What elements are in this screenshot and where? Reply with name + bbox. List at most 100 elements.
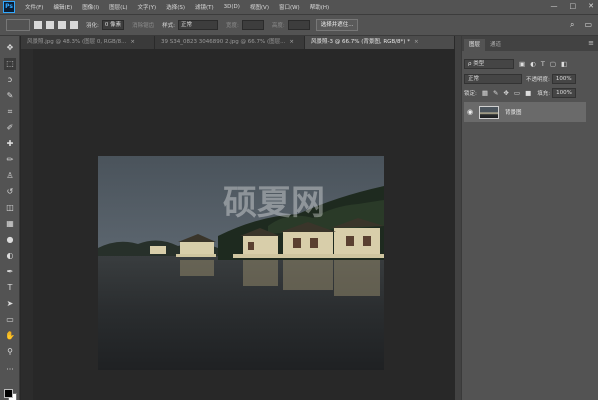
workspace-icon[interactable]: ▭ — [584, 20, 592, 30]
crop-tool[interactable]: ⌗ — [4, 106, 16, 118]
menu-help[interactable]: 帮助(H) — [310, 3, 329, 11]
eraser-tool[interactable]: ◫ — [4, 202, 16, 214]
document-tabs: 风景照.jpg @ 48.3% (图层 0, RGB/8... × 39 S34… — [21, 36, 455, 49]
zoom-tool[interactable]: ⚲ — [4, 346, 16, 358]
panel-tabs: 图层 通道 — [462, 36, 598, 51]
menu-layer[interactable]: 图层(L) — [109, 3, 127, 11]
type-filter-icon[interactable]: T — [541, 60, 545, 68]
move-tool[interactable]: ✥ — [4, 42, 16, 54]
tab-title: 风景照-3 @ 66.7% (背景图, RGB/8*) * — [311, 39, 410, 45]
close-icon[interactable]: ✕ — [588, 2, 594, 10]
intersect-selection-icon[interactable] — [70, 21, 78, 29]
lock-all-icon[interactable]: ■ — [525, 89, 531, 97]
fill-input[interactable]: 100% — [552, 87, 576, 98]
search-icon[interactable]: ⌕ — [570, 20, 574, 30]
blend-row: 正常 不透明度: 100% — [464, 73, 596, 84]
lock-row: 锁定: ▦ ✎ ✥ ▭ ■ 填充: 100% — [464, 87, 596, 98]
quick-select-tool[interactable]: ✎ — [4, 90, 16, 102]
healing-brush-tool[interactable]: ✚ — [4, 138, 16, 150]
tab-document-3[interactable]: 风景照-3 @ 66.7% (背景图, RGB/8*) * × — [305, 36, 455, 49]
window-controls: — □ ✕ — [551, 2, 595, 10]
height-input[interactable] — [287, 20, 310, 30]
fill-label: 填充: — [537, 90, 551, 97]
lock-label: 锁定: — [464, 90, 477, 97]
eyedropper-tool[interactable]: ✐ — [4, 122, 16, 134]
menu-window[interactable]: 窗口(W) — [279, 3, 300, 11]
gradient-tool[interactable]: ▦ — [4, 218, 16, 230]
height-label: 高度: — [271, 23, 285, 29]
layer-thumbnail — [479, 105, 499, 119]
tab-channels[interactable]: 通道 — [485, 39, 506, 51]
smart-filter-icon[interactable]: ◧ — [561, 60, 567, 68]
blend-mode-select[interactable]: 正常 — [464, 73, 522, 84]
kind-filter-select[interactable]: ρ 类型 — [464, 58, 514, 69]
eye-icon[interactable]: ◉ — [464, 108, 476, 116]
subtract-selection-icon[interactable] — [58, 21, 66, 29]
maximize-icon[interactable]: □ — [570, 2, 577, 10]
menu-file[interactable]: 文件(F) — [25, 3, 43, 11]
menu-view[interactable]: 视图(V) — [250, 3, 269, 11]
marquee-tool[interactable]: ⬚ — [4, 58, 16, 70]
adjustment-filter-icon[interactable]: ◐ — [530, 60, 536, 68]
new-selection-icon[interactable] — [34, 21, 42, 29]
tools-panel: ✥ ⬚ ↄ ✎ ⌗ ✐ ✚ ✏ ♙ ↺ ◫ ▦ ● ◐ ✒ T ➤ ▭ ✋ ⚲ … — [0, 36, 20, 400]
lock-pixels-icon[interactable]: ✎ — [493, 89, 498, 97]
layers-panel: 图层 通道 ≡ ρ 类型 ▣ ◐ T ▢ ◧ 正常 不透明度: 100% 锁定:… — [461, 36, 598, 400]
tab-document-2[interactable]: 39 S34_0823 3046890 2.jpg @ 66.7% (图层...… — [155, 36, 305, 49]
document-image[interactable]: 硕夏网 — [98, 156, 384, 370]
kind-filter-row: ρ 类型 ▣ ◐ T ▢ ◧ — [464, 58, 596, 69]
pixel-filter-icon[interactable]: ▣ — [519, 60, 525, 68]
layer-name: 背景图 — [505, 110, 522, 116]
select-and-mask-button[interactable]: 选择并遮住... — [315, 19, 359, 31]
lock-position-icon[interactable]: ✥ — [503, 89, 508, 97]
layer-row[interactable]: ◉ 背景图 — [464, 102, 586, 122]
menu-filter[interactable]: 滤镜(T) — [195, 3, 214, 11]
panel-menu-icon[interactable]: ≡ — [588, 39, 594, 47]
add-selection-icon[interactable] — [46, 21, 54, 29]
options-bar: 羽化: 0 像素 消除锯齿 样式: 正常 宽度: 高度: 选择并遮住... ⌕ … — [0, 14, 598, 36]
close-icon[interactable]: × — [289, 36, 294, 49]
feather-input[interactable]: 0 像素 — [101, 20, 125, 30]
history-brush-tool[interactable]: ↺ — [4, 186, 16, 198]
pen-tool[interactable]: ✒ — [4, 266, 16, 278]
tab-document-1[interactable]: 风景照.jpg @ 48.3% (图层 0, RGB/8... × — [21, 36, 155, 49]
type-tool[interactable]: T — [4, 282, 16, 294]
menu-type[interactable]: 文字(Y) — [138, 3, 157, 11]
close-icon[interactable]: × — [414, 36, 419, 49]
menu-3d[interactable]: 3D(D) — [224, 4, 240, 10]
landscape-photo: 硕夏网 — [98, 156, 384, 370]
minimize-icon[interactable]: — — [551, 2, 558, 10]
path-select-tool[interactable]: ➤ — [4, 298, 16, 310]
close-icon[interactable]: × — [130, 36, 135, 49]
tab-layers[interactable]: 图层 — [464, 39, 486, 51]
clone-stamp-tool[interactable]: ♙ — [4, 170, 16, 182]
brush-tool[interactable]: ✏ — [4, 154, 16, 166]
watermark-text: 硕夏网 — [223, 183, 325, 223]
feather-label: 羽化: — [86, 23, 99, 29]
hand-tool[interactable]: ✋ — [4, 330, 16, 342]
blur-tool[interactable]: ● — [4, 234, 16, 246]
style-label: 样式: — [162, 23, 175, 29]
lock-transparency-icon[interactable]: ▦ — [482, 89, 488, 97]
menu-bar: Ps 文件(F) 编辑(E) 图像(I) 图层(L) 文字(Y) 选择(S) 滤… — [0, 0, 598, 14]
shape-filter-icon[interactable]: ▢ — [550, 60, 556, 68]
tool-preset-picker[interactable] — [6, 19, 30, 31]
menu-image[interactable]: 图像(I) — [82, 3, 99, 11]
rectangle-tool[interactable]: ▭ — [4, 314, 16, 326]
menu-edit[interactable]: 编辑(E) — [53, 3, 72, 11]
more-tools-icon[interactable]: ··· — [4, 364, 16, 376]
canvas-left-strip — [21, 49, 33, 400]
lasso-tool[interactable]: ↄ — [4, 74, 16, 86]
foreground-color-swatch[interactable] — [4, 389, 13, 398]
photoshop-logo-icon: Ps — [3, 1, 15, 13]
style-select[interactable]: 正常 — [177, 20, 218, 30]
dodge-tool[interactable]: ◐ — [4, 250, 16, 262]
opacity-label: 不透明度: — [526, 76, 550, 83]
width-label: 宽度: — [225, 23, 239, 29]
menu-select[interactable]: 选择(S) — [166, 3, 185, 11]
tab-title: 风景照.jpg @ 48.3% (图层 0, RGB/8... — [27, 39, 127, 45]
opacity-input[interactable]: 100% — [551, 73, 576, 84]
lock-artboard-icon[interactable]: ▭ — [514, 89, 520, 97]
width-input[interactable] — [241, 20, 264, 30]
antialias-checkbox[interactable]: 消除锯齿 — [132, 21, 154, 29]
